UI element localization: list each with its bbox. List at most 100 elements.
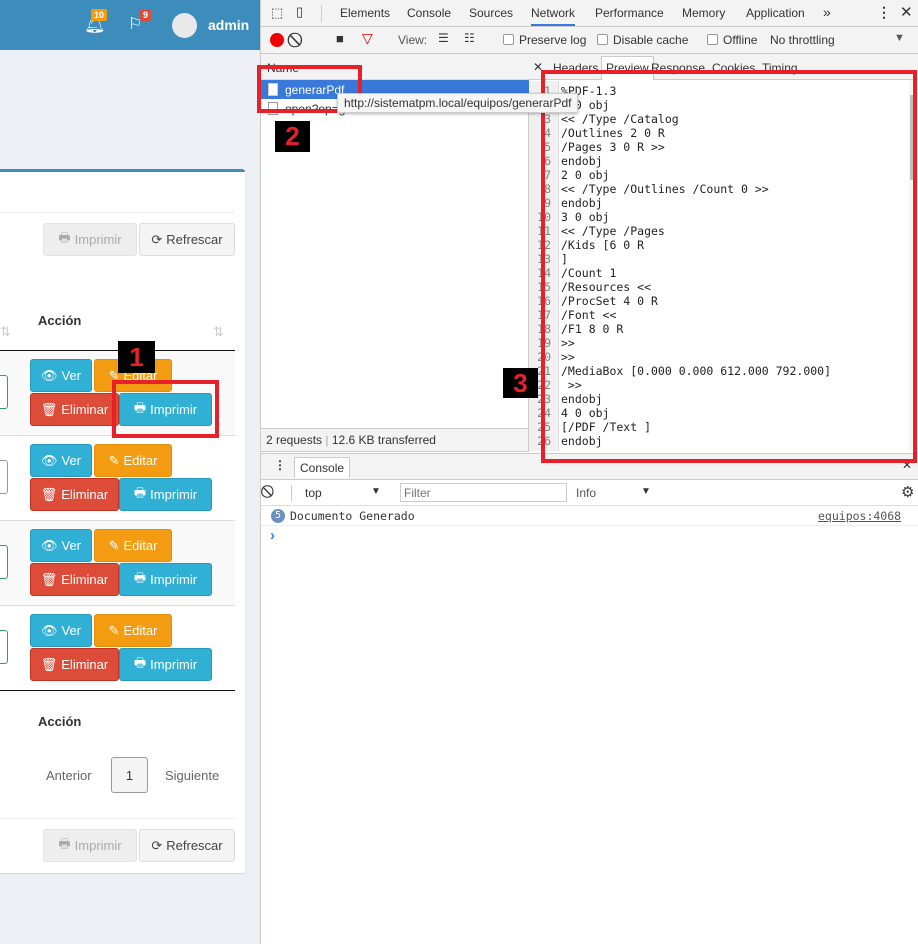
trash-icon: 🗑︎ (40, 656, 58, 672)
console-prompt[interactable]: › (270, 527, 275, 544)
notifications-badge: 10 (91, 9, 108, 21)
delete-button[interactable]: 🗑︎ Eliminar (30, 478, 119, 511)
gear-icon[interactable]: ⚙ (901, 483, 914, 501)
footer-header-accion: Acción (38, 714, 82, 729)
print-icon: 🖶︎ (58, 229, 71, 245)
camera-icon[interactable]: ■ (336, 31, 344, 46)
divider (0, 690, 235, 691)
tab-performance[interactable]: Performance (595, 6, 664, 20)
request-count: 2 requests | 12.6 KB transferred (266, 433, 436, 447)
chevron-down-icon[interactable]: ▼ (641, 486, 651, 497)
edit-button[interactable]: ✎ Editar (94, 529, 172, 562)
avatar[interactable] (172, 13, 197, 38)
trash-icon: 🗑︎ (40, 401, 58, 417)
print-icon: 🖶︎ (133, 484, 147, 500)
row-divider (0, 605, 235, 606)
refresh-icon: ⟳ (151, 231, 163, 247)
eye-icon: 👁︎ (40, 622, 58, 638)
devtools-tab-bar: ⬚ ▯ Elements Console Sources Network Perform… (261, 0, 918, 27)
trash-icon: 🗑︎ (40, 571, 58, 587)
print-button[interactable]: 🖶︎ Imprimir (119, 563, 212, 596)
refresh-button-top[interactable]: ⟳ Refrescar (139, 223, 235, 256)
offline-checkbox[interactable]: Offline (707, 33, 757, 47)
tab-console-drawer[interactable]: Console (294, 457, 351, 478)
drawer-menu-icon[interactable]: ⋮ (274, 458, 286, 472)
more-tabs-button[interactable]: » (823, 4, 831, 20)
delete-button[interactable]: 🗑︎ Eliminar (30, 393, 119, 426)
row-input[interactable] (0, 375, 8, 409)
close-icon[interactable]: ✕ (900, 3, 913, 21)
inspect-icon[interactable]: ⬚ (271, 5, 283, 21)
throttling-select[interactable]: No throttling (770, 33, 835, 47)
delete-button[interactable]: 🗑︎ Eliminar (30, 563, 119, 596)
flags-badge: 9 (140, 9, 152, 21)
pagination-page-1[interactable]: 1 (111, 757, 148, 793)
annotation-label-3: 3 (503, 368, 538, 398)
view-button[interactable]: 👁︎ Ver (30, 614, 92, 647)
divider (0, 212, 235, 213)
annotation-label-1: 1 (118, 341, 155, 373)
chevron-down-icon[interactable]: ▼ (371, 486, 381, 497)
annotation-label-2: 2 (275, 121, 310, 152)
edit-icon: ✎ (108, 452, 120, 468)
sort-icon[interactable]: ⇅ (0, 324, 11, 340)
pagination-next[interactable]: Siguiente (165, 768, 219, 783)
refresh-icon: ⟳ (151, 837, 163, 853)
print-button[interactable]: 🖶︎ Imprimir (119, 648, 212, 681)
transferred-size: 12.6 KB transferred (331, 433, 436, 447)
message-source-link[interactable]: equipos:4068 (818, 509, 901, 523)
view-button[interactable]: 👁︎ Ver (30, 359, 92, 392)
waterfall-view-icon[interactable]: ☷ (464, 31, 475, 45)
kebab-menu-icon[interactable]: ⋮ (877, 4, 891, 21)
print-button[interactable]: 🖶︎ Imprimir (119, 478, 212, 511)
view-button[interactable]: 👁︎ Ver (30, 444, 92, 477)
message-text: Documento Generado (290, 509, 415, 523)
delete-button[interactable]: 🗑︎ Eliminar (30, 648, 119, 681)
divider (0, 818, 235, 819)
eye-icon: 👁︎ (40, 537, 58, 553)
print-all-button-bottom[interactable]: 🖶︎ Imprimir (43, 829, 137, 862)
eye-icon: 👁︎ (40, 367, 58, 383)
view-label: View: (398, 33, 428, 47)
top-navbar: 🔔︎ 10 ⚐ 9 admin (0, 0, 260, 50)
message-count-badge: 5 (271, 509, 285, 523)
list-view-icon[interactable]: ☰ (438, 31, 449, 45)
url-tooltip: http://sistematpm.local/equipos/generarP… (337, 93, 579, 113)
tab-network[interactable]: Network (531, 6, 576, 26)
refresh-button-bottom[interactable]: ⟳ Refrescar (139, 829, 235, 862)
sort-icon[interactable]: ⇅ (213, 324, 224, 340)
log-level-select[interactable]: Info (576, 486, 596, 500)
tab-sources[interactable]: Sources (469, 6, 513, 20)
tab-elements[interactable]: Elements (340, 6, 390, 20)
separator (321, 5, 322, 22)
print-icon: 🖶︎ (133, 654, 147, 670)
row-input[interactable] (0, 460, 8, 494)
view-button[interactable]: 👁︎ Ver (30, 529, 92, 562)
row-input[interactable] (0, 545, 8, 579)
trash-icon: 🗑︎ (40, 486, 58, 502)
web-app: 🔔︎ 10 ⚐ 9 admin 🖶︎ Imprimir ⟳ Refrescar ⇅ … (0, 0, 260, 944)
annotation-box-1 (112, 380, 219, 438)
filter-icon[interactable]: ▽ (362, 30, 373, 47)
console-message: 5 Documento Generado equipos:4068 (261, 506, 918, 526)
edit-icon: ✎ (108, 622, 120, 638)
user-name[interactable]: admin (208, 17, 249, 33)
tab-memory[interactable]: Memory (682, 6, 725, 20)
device-toolbar-icon[interactable]: ▯ (296, 4, 303, 20)
edit-button[interactable]: ✎ Editar (94, 614, 172, 647)
edit-icon: ✎ (108, 537, 120, 553)
pagination-prev[interactable]: Anterior (46, 768, 92, 783)
preserve-log-checkbox[interactable]: Preserve log (503, 33, 586, 47)
tab-application[interactable]: Application (746, 6, 805, 20)
print-all-button-top[interactable]: 🖶︎ Imprimir (43, 223, 137, 256)
context-select[interactable]: top (305, 486, 322, 500)
row-input[interactable] (0, 630, 8, 664)
separator (291, 485, 292, 501)
chevron-down-icon[interactable]: ▼ (894, 32, 905, 44)
console-filter-input[interactable] (400, 483, 567, 502)
tab-console[interactable]: Console (407, 6, 451, 20)
edit-button[interactable]: ✎ Editar (94, 444, 172, 477)
record-icon[interactable] (270, 33, 284, 47)
disable-cache-checkbox[interactable]: Disable cache (597, 33, 688, 47)
column-header-accion[interactable]: Acción (38, 313, 81, 328)
